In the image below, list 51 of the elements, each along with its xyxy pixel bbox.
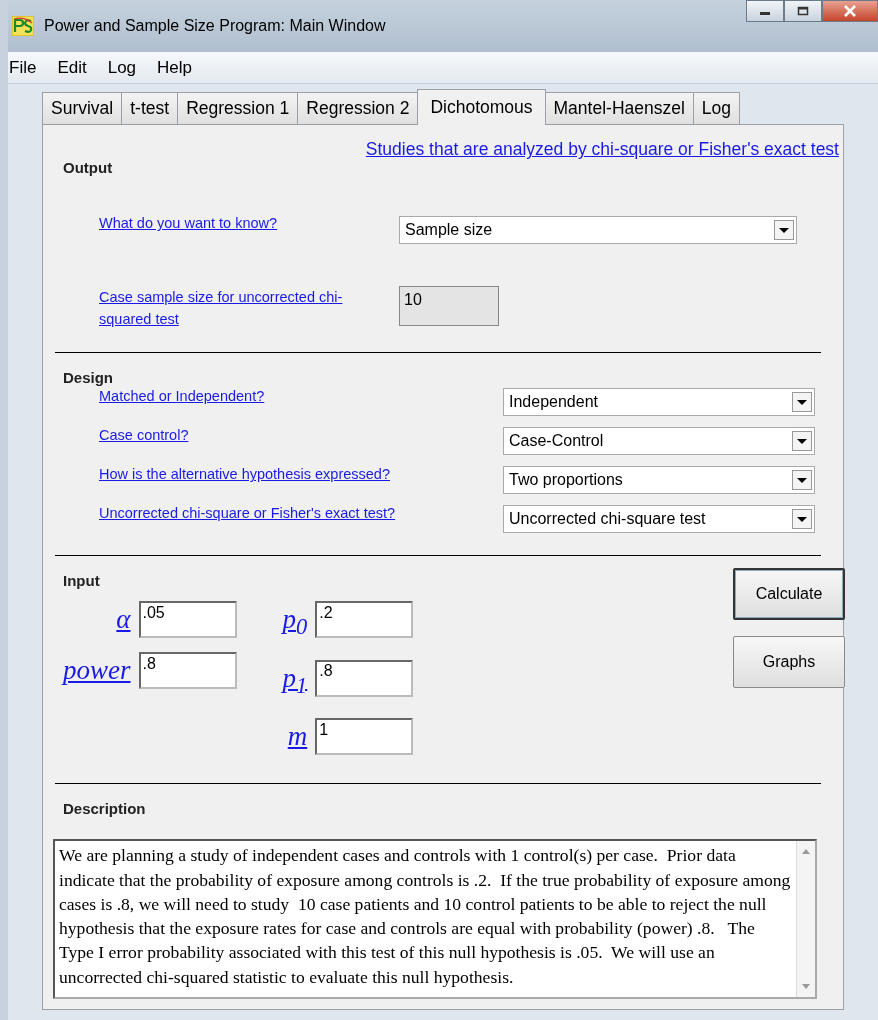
dropdown[interactable]: Independent [503,388,815,417]
tab[interactable]: Survival [42,92,123,125]
menu-item[interactable]: Edit [47,57,99,78]
scrollbar[interactable] [796,841,815,997]
menu-item[interactable]: File [8,57,49,78]
maximize-icon [797,6,809,16]
dropdown[interactable]: Two proportions [503,466,815,495]
minimize-button[interactable] [746,0,784,22]
help-link[interactable]: Studies that are analyzed by chi-square or Fisher's exact test [365,139,839,161]
tab[interactable]: Regression 2 [297,92,419,125]
scroll-up-icon [801,847,811,856]
tab[interactable]: Regression 1 [177,92,299,125]
tab[interactable]: Log [692,92,741,125]
tab[interactable]: t-test [121,92,179,125]
dropdown[interactable]: Uncorrected chi-square test [503,505,815,534]
parameter-link[interactable]: p$_{0}$ [282,601,308,646]
question-link[interactable]: What do you want to know? [99,212,361,235]
parameter-field[interactable]: .8 [315,659,414,697]
maximize-button[interactable] [784,0,822,22]
question-link[interactable]: Case sample size for uncorrected chi-squared test [99,286,361,331]
menu-item[interactable]: Help [147,57,205,78]
section-heading: Description [63,800,146,818]
action-button[interactable]: Graphs [733,636,845,689]
parameter-link[interactable]: α [116,601,131,638]
parameter-field[interactable]: 1 [315,718,414,756]
parameter-link[interactable]: power [63,652,131,689]
section-heading: Input [63,572,100,590]
parameter-link[interactable]: p$_{1}$ [282,659,308,705]
tab[interactable]: Dichotomous [417,89,546,126]
result-field: 10 [399,286,499,327]
parameter-field[interactable]: .8 [138,652,237,690]
section-heading: Output [63,159,113,177]
action-button[interactable]: Calculate [733,568,845,621]
question-link[interactable]: Matched or Independent? [99,388,265,405]
parameter-link[interactable]: m [287,718,308,755]
question-link[interactable]: Uncorrected chi-square or Fisher's exact test? [99,505,396,522]
app-logo-icon [12,15,34,36]
description-text: We are planning a study of independent cases and controls with 1 control(s) per case. Prior data indicate that the probability of exposure among controls is .2. If the true probability of exposure among cases is .8, we will need to study 10 case patients and 10 control patients to be able to reject the null hypothesis that the exposure rates for case and controls are equal with probability (power) .8. The Type I error probability associated with this test of this null hypothesis is .05. We will use an uncorrected chi-squared statistic to evaluate this null hypothesis. [58,844,792,989]
dropdown[interactable]: Sample size [399,216,797,245]
scroll-down-icon [801,983,811,991]
section-heading: Design [63,369,113,387]
question-link[interactable]: How is the alternative hypothesis expressed? [99,466,390,483]
dropdown[interactable]: Case-Control [503,427,815,456]
parameter-field[interactable]: .2 [315,601,414,639]
close-icon [843,5,857,17]
close-button[interactable] [822,0,878,22]
question-link[interactable]: Case control? [99,427,189,444]
menu-item[interactable]: Log [97,57,149,78]
tab[interactable]: Mantel-Haenszel [544,92,694,125]
parameter-field[interactable]: .05 [138,601,237,639]
window-title: Power and Sample Size Program: Main Window [44,16,386,35]
